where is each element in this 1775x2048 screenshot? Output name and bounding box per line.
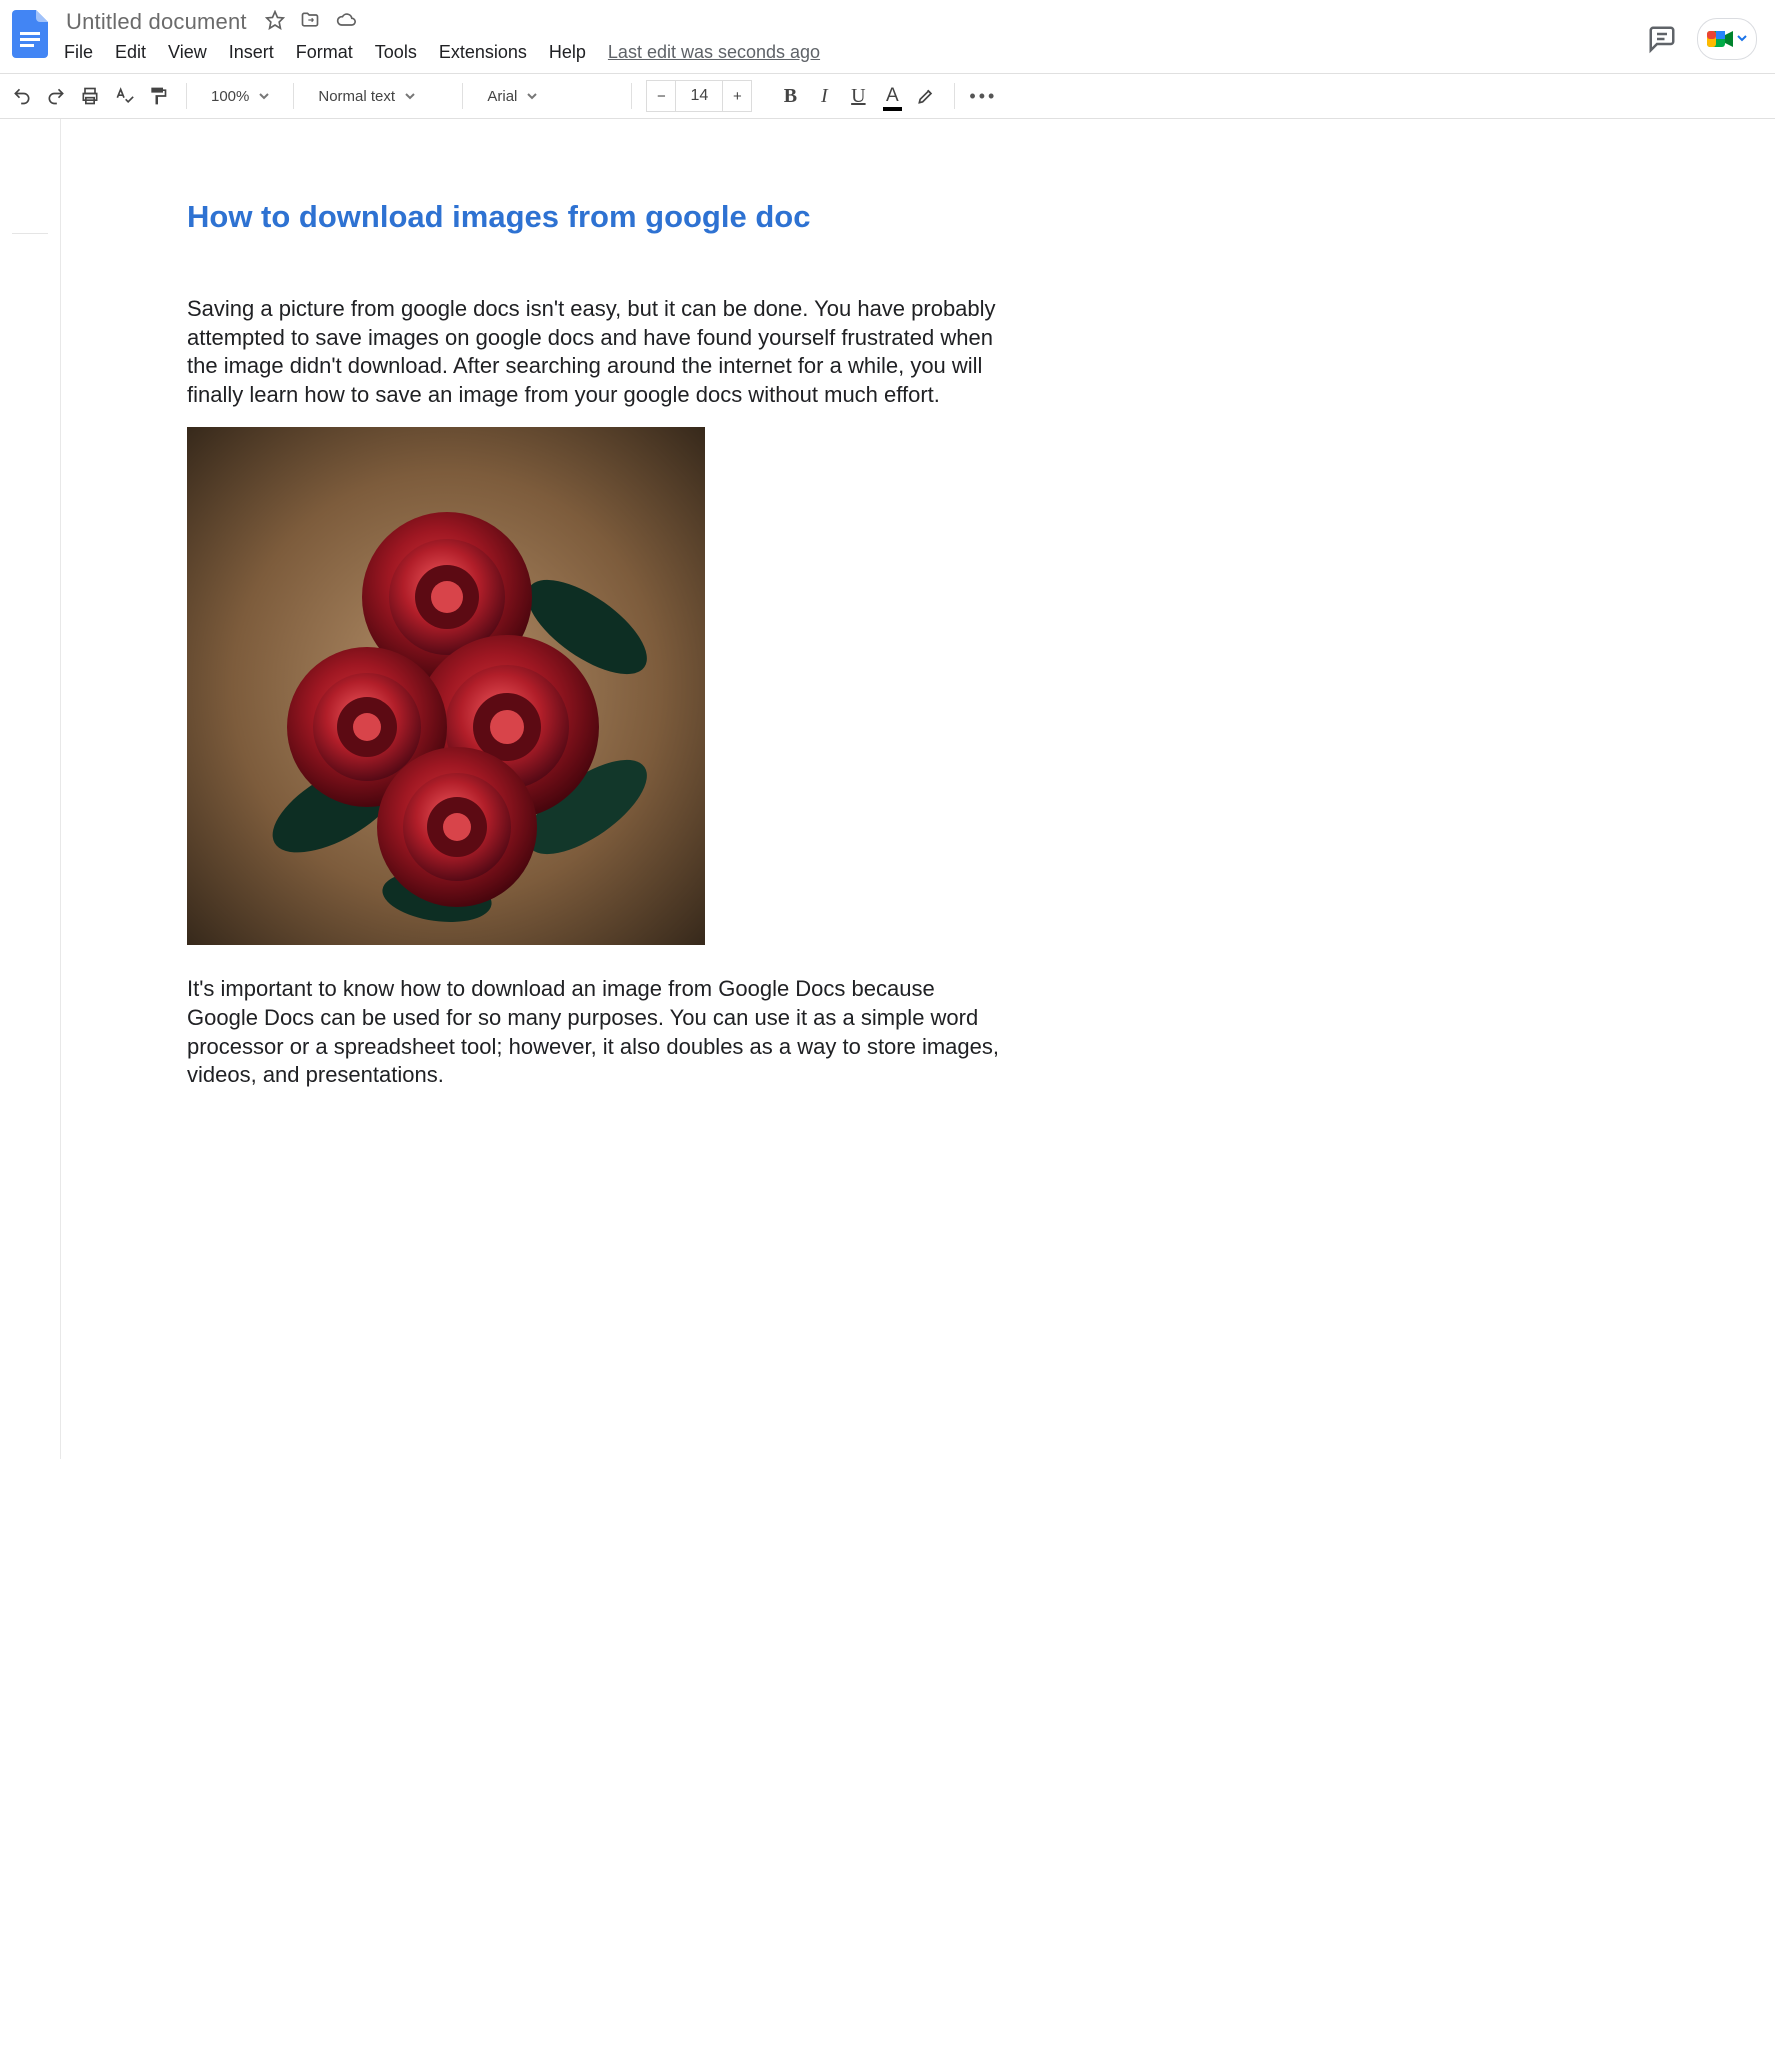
divider <box>293 83 294 109</box>
menu-help[interactable]: Help <box>549 42 586 63</box>
divider <box>631 83 632 109</box>
document-outline[interactable] <box>0 119 61 1459</box>
text-color-button[interactable]: A <box>878 81 906 111</box>
divider <box>954 83 955 109</box>
underline-button[interactable]: U <box>844 81 872 111</box>
paint-format-button[interactable] <box>144 81 172 111</box>
cloud-status-icon[interactable] <box>335 10 357 35</box>
font-size-increase-button[interactable]: + <box>722 81 751 111</box>
font-dropdown[interactable]: Arial <box>477 88 617 105</box>
menu-bar: File Edit View Insert Format Tools Exten… <box>64 36 820 73</box>
redo-button[interactable] <box>42 81 70 111</box>
font-value: Arial <box>487 88 517 105</box>
menu-view[interactable]: View <box>168 42 207 63</box>
font-size-decrease-button[interactable]: − <box>647 81 676 111</box>
outline-item[interactable] <box>12 199 48 234</box>
menu-extensions[interactable]: Extensions <box>439 42 527 63</box>
divider <box>186 83 187 109</box>
toolbar: 100% Normal text Arial − 14 + B I U A ••… <box>0 74 1775 119</box>
outline-item[interactable] <box>12 234 48 268</box>
styles-dropdown[interactable]: Normal text <box>308 88 448 105</box>
last-edit-link[interactable]: Last edit was seconds ago <box>608 42 820 63</box>
zoom-dropdown[interactable]: 100% <box>201 88 279 105</box>
menu-file[interactable]: File <box>64 42 93 63</box>
highlight-color-button[interactable] <box>912 81 940 111</box>
body-paragraph[interactable]: Saving a picture from google docs isn't … <box>187 295 1007 409</box>
comment-history-icon[interactable] <box>1647 24 1677 54</box>
document-title[interactable]: Untitled document <box>64 9 249 35</box>
chevron-down-icon <box>527 88 537 105</box>
roses-image-icon <box>187 427 705 945</box>
font-size-stepper: − 14 + <box>646 80 752 112</box>
styles-value: Normal text <box>318 88 395 105</box>
undo-button[interactable] <box>8 81 36 111</box>
docs-logo-icon[interactable] <box>10 8 50 60</box>
document-page[interactable]: How to download images from google doc S… <box>61 119 1775 1459</box>
spellcheck-button[interactable] <box>110 81 138 111</box>
zoom-value: 100% <box>211 88 249 105</box>
star-icon[interactable] <box>265 10 285 35</box>
menu-format[interactable]: Format <box>296 42 353 63</box>
chevron-down-icon <box>405 88 415 105</box>
text-color-label: A <box>886 85 899 106</box>
bold-button[interactable]: B <box>776 81 804 111</box>
divider <box>462 83 463 109</box>
italic-button[interactable]: I <box>810 81 838 111</box>
title-bar: Untitled document File Edit View Insert … <box>0 0 1775 73</box>
body-paragraph[interactable]: It's important to know how to download a… <box>187 975 1007 1089</box>
menu-tools[interactable]: Tools <box>375 42 417 63</box>
workspace: How to download images from google doc S… <box>0 119 1775 1459</box>
print-button[interactable] <box>76 81 104 111</box>
more-tools-button[interactable]: ••• <box>969 81 997 111</box>
move-to-folder-icon[interactable] <box>299 10 321 35</box>
menu-insert[interactable]: Insert <box>229 42 274 63</box>
chevron-down-icon <box>259 88 269 105</box>
chevron-down-icon <box>1737 30 1747 48</box>
menu-edit[interactable]: Edit <box>115 42 146 63</box>
embedded-image[interactable] <box>187 427 705 945</box>
page-heading[interactable]: How to download images from google doc <box>187 199 1705 235</box>
google-meet-button[interactable] <box>1697 18 1757 60</box>
font-size-value[interactable]: 14 <box>676 87 722 105</box>
